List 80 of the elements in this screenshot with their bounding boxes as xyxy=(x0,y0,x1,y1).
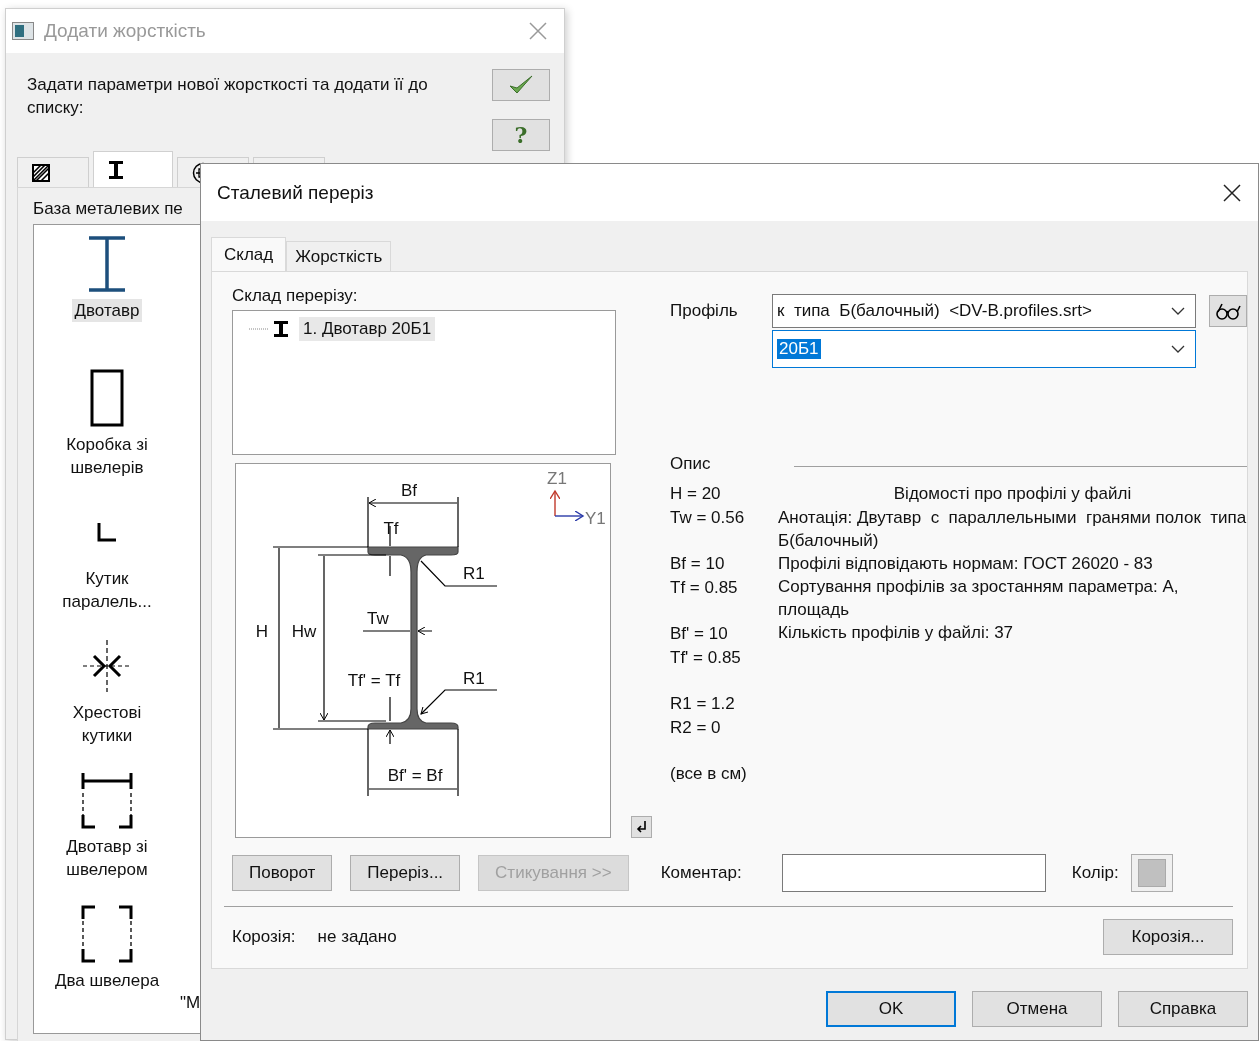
comment-field[interactable] xyxy=(781,854,1046,892)
dimension-label: Bf' = Bf xyxy=(387,766,443,785)
parameter-value: Bf' = 10 xyxy=(670,623,729,645)
axes-icon xyxy=(549,490,584,522)
i-beam-icon xyxy=(108,159,124,180)
database-label: База металевих пе xyxy=(33,198,184,220)
profile-source-dropdown[interactable]: к типа Б(балочный) <DV-B.profiles.srt> xyxy=(772,294,1196,328)
i-beam-icon[interactable] xyxy=(87,236,127,292)
color-swatch-button[interactable] xyxy=(1130,854,1173,892)
section-label[interactable]: "М xyxy=(180,991,201,1014)
units-note: (все в см) xyxy=(670,763,748,785)
checkmark-icon xyxy=(508,74,534,96)
i-beam-icon xyxy=(273,320,289,338)
close-icon[interactable] xyxy=(1222,182,1242,203)
help-button[interactable]: ? xyxy=(492,119,550,151)
parameter-value: R2 = 0 xyxy=(670,717,722,739)
i-beam-channels-icon[interactable] xyxy=(79,771,135,829)
profile-label: Профіль xyxy=(670,300,739,322)
instruction-text: Задати параметри нової жорсткості та додати її до списку: xyxy=(26,74,429,119)
two-channels-icon[interactable] xyxy=(79,904,135,964)
dimension-label: Hw xyxy=(291,622,317,641)
corrosion-button[interactable]: Корозія... xyxy=(1103,919,1233,955)
parameter-value: Tw = 0.56 xyxy=(670,507,746,529)
action-button[interactable]: Поворот xyxy=(232,855,333,891)
parameter-value: Tf = 0.85 xyxy=(670,577,739,599)
comment-label: Коментар: xyxy=(660,862,742,884)
file-info-text: Сортування профілів за зростанням параметра: А, площадь xyxy=(778,576,1180,621)
action-button[interactable]: Переріз... xyxy=(350,855,461,891)
parameter-value: H = 20 xyxy=(670,483,722,505)
corrosion-value: не задано xyxy=(317,926,398,948)
return-arrow-icon xyxy=(635,820,648,834)
parameter-value: Tf' = 0.85 xyxy=(670,647,742,669)
parameter-value: Bf = 10 xyxy=(670,553,726,575)
cross-angles-icon[interactable] xyxy=(82,639,132,693)
window-title: Додати жорсткість xyxy=(44,20,207,42)
app-icon xyxy=(12,22,34,40)
dialog-title: Сталевий переріз xyxy=(217,181,374,204)
glasses-icon xyxy=(1215,302,1241,320)
section-type-tab[interactable] xyxy=(17,157,89,187)
section-label[interactable]: Двотавр зі швелером xyxy=(45,835,169,881)
section-label[interactable]: Кутик паралель... xyxy=(45,567,169,613)
dialog-button[interactable]: Справка xyxy=(1118,991,1248,1027)
dimension-label: Tf' = Tf xyxy=(347,671,401,690)
rectangle-icon[interactable] xyxy=(90,369,124,427)
angle-icon[interactable] xyxy=(97,522,117,542)
browse-button[interactable] xyxy=(1209,295,1247,327)
dialog-button[interactable]: Отмена xyxy=(972,991,1102,1027)
section-label[interactable]: Хрестові кутики xyxy=(45,701,169,747)
insert-button[interactable] xyxy=(631,816,652,838)
dimension-label: Tw xyxy=(367,609,389,628)
chevron-down-icon xyxy=(1171,345,1185,353)
dimension-label: R1 xyxy=(463,669,485,688)
chevron-down-icon xyxy=(1171,307,1185,315)
section-label[interactable]: Коробка зі швелерів xyxy=(45,433,169,479)
color-label: Колір: xyxy=(1071,862,1119,884)
hatched-square-icon xyxy=(32,163,50,182)
dimension-label: Bf xyxy=(400,481,418,500)
dimension-label: R1 xyxy=(463,564,485,583)
description-label: Опис xyxy=(670,453,711,475)
parameter-value: R1 = 1.2 xyxy=(670,693,736,715)
file-info-heading: Відомості про профілі у файлі xyxy=(892,483,1133,505)
file-info-text: Анотація: Двутавр с параллельными гранями полок типа Б(балочный) xyxy=(778,507,1247,552)
dimension-label: Y1 xyxy=(585,509,606,528)
dimension-label: Z1 xyxy=(547,469,567,488)
section-type-tab[interactable] xyxy=(93,151,173,187)
section-label[interactable]: Двотавр xyxy=(71,299,143,322)
apply-button[interactable] xyxy=(492,69,550,101)
dialog-tab[interactable]: Склад xyxy=(211,237,287,271)
dimension-label: Tf xyxy=(383,519,399,538)
tree-line-icon xyxy=(249,327,269,331)
dialog-button[interactable]: OK xyxy=(826,991,956,1027)
file-info-text: Профілі відповідають нормам: ГОСТ 26020 - 83 xyxy=(778,553,1154,575)
dimension-label: H xyxy=(255,622,269,641)
tree-item[interactable]: 1. Двотавр 20Б1 xyxy=(299,317,436,341)
dialog-tab[interactable]: Жорсткість xyxy=(286,241,392,271)
profile-size-dropdown[interactable]: 20Б1 xyxy=(772,330,1196,368)
file-info-text: Кількість профілів у файлі: 37 xyxy=(778,622,1015,644)
composition-label: Склад перерізу: xyxy=(232,285,359,307)
section-label[interactable]: Два швелера xyxy=(51,969,163,992)
corrosion-label: Корозія: xyxy=(232,926,296,948)
